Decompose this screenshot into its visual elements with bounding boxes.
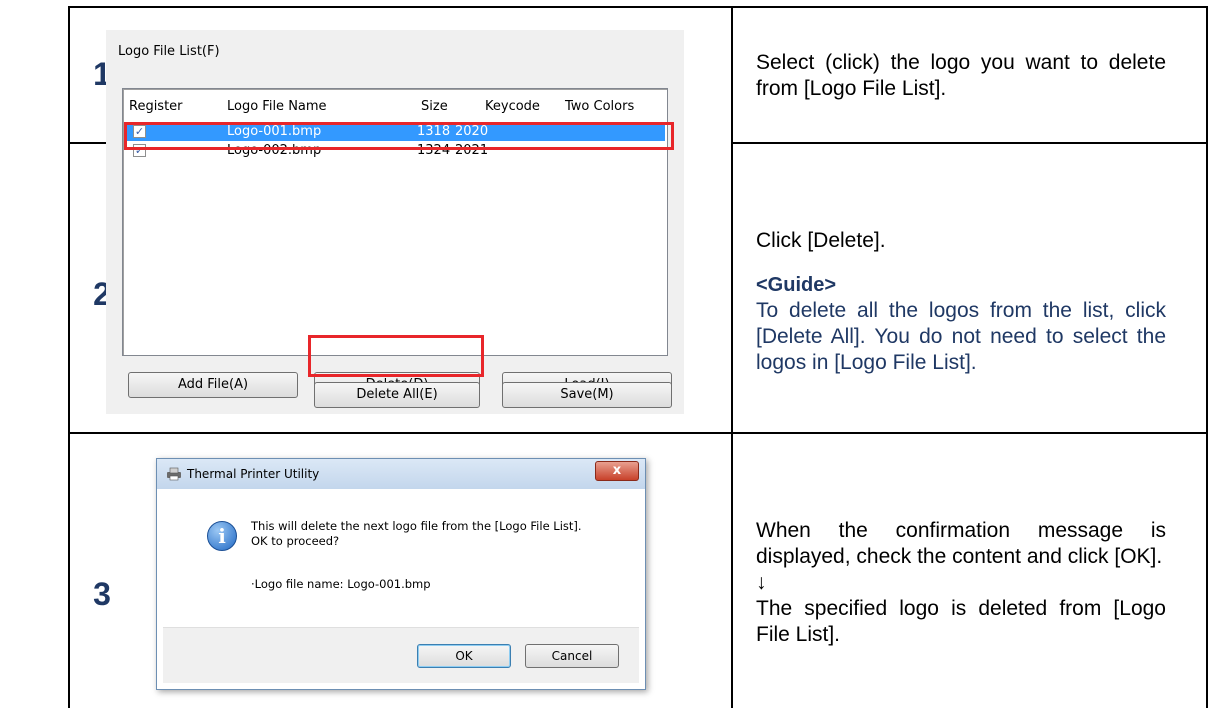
dialog-message-line: OK to proceed?: [251, 534, 340, 548]
dialog-message-line: This will delete the next logo file from…: [251, 519, 582, 533]
dialog-detail: ·Logo file name: Logo-001.bmp: [251, 577, 431, 591]
column-header-two-colors[interactable]: Two Colors: [565, 99, 634, 114]
table-border: [68, 432, 1208, 434]
save-button[interactable]: Save(M): [502, 382, 672, 408]
table-border: [731, 142, 1208, 144]
dialog-footer: OK Cancel: [163, 627, 639, 683]
arrow-down-icon: ↓: [756, 571, 767, 594]
add-file-button[interactable]: Add File(A): [128, 372, 298, 398]
step-result: The specified logo is deleted from [Logo…: [756, 597, 1166, 646]
highlight-delete-button: [308, 335, 484, 377]
table-margin: [0, 0, 1, 708]
ok-button[interactable]: OK: [417, 644, 511, 668]
table-border: [731, 6, 733, 708]
column-header-size[interactable]: Size: [421, 99, 448, 114]
column-header-register[interactable]: Register: [129, 99, 183, 114]
step-description: Select (click) the logo you want to dele…: [756, 51, 1166, 100]
table-border: [68, 6, 1208, 8]
column-header-keycode[interactable]: Keycode: [485, 99, 540, 114]
delete-all-button[interactable]: Delete All(E): [314, 382, 480, 408]
dialog-titlebar[interactable]: Thermal Printer Utility x: [157, 459, 645, 489]
confirmation-dialog: Thermal Printer Utility x i This will de…: [156, 458, 646, 690]
guide-text: To delete all the logos from the list, c…: [756, 299, 1166, 374]
step-text: When the confirmation message is display…: [756, 519, 1166, 568]
panel-title: Logo File List(F): [118, 44, 220, 59]
step-number: 3: [93, 576, 111, 612]
step-description: When the confirmation message is display…: [756, 518, 1166, 648]
highlight-selected-row: [124, 122, 674, 150]
dialog-message: This will delete the next logo file from…: [251, 519, 582, 549]
dialog-body: i This will delete the next logo file fr…: [163, 489, 639, 627]
step-text: Click [Delete].: [756, 229, 886, 252]
info-icon: i: [207, 521, 237, 551]
step-description: Click [Delete]. <Guide> To delete all th…: [756, 228, 1166, 376]
table-border: [68, 142, 108, 144]
cancel-button[interactable]: Cancel: [525, 644, 619, 668]
printer-icon: [167, 467, 181, 481]
dialog-title: Thermal Printer Utility: [187, 467, 320, 481]
close-icon[interactable]: x: [595, 461, 639, 481]
column-header-name[interactable]: Logo File Name: [227, 99, 327, 114]
guide-title: <Guide>: [756, 274, 837, 296]
